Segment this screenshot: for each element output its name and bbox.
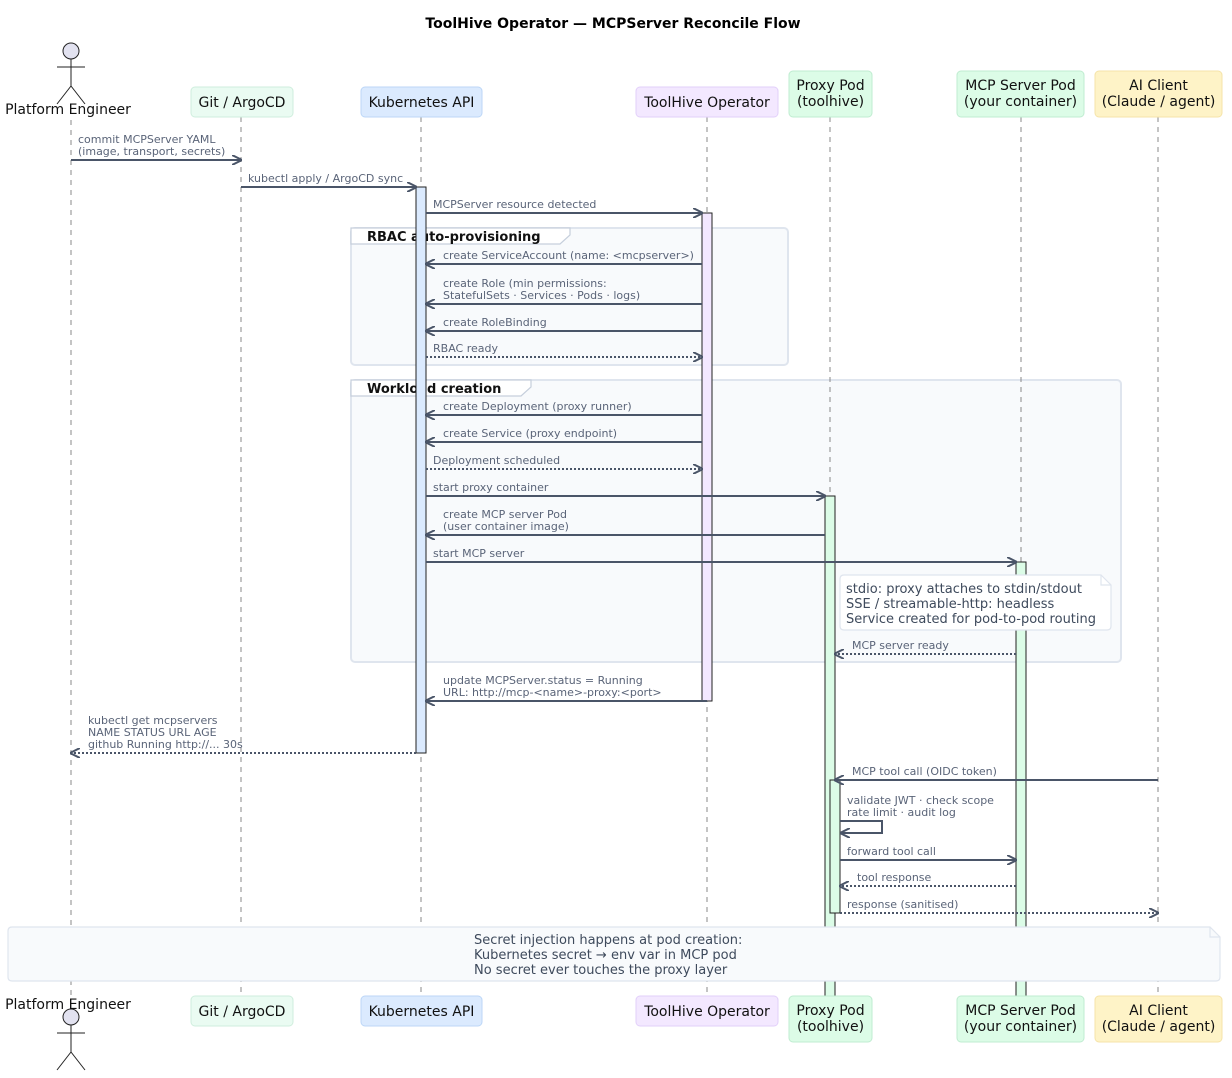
- activation-bar: [701, 212, 713, 702]
- sequence-diagram: ToolHive Operator — MCPServer Reconcile …: [5, 16, 1223, 1071]
- message-label: MCPServer resource detected: [433, 198, 596, 211]
- message-label: create Service (proxy endpoint): [443, 427, 617, 440]
- participant-ai: AI Client (Claude / agent): [1094, 70, 1223, 118]
- message-label: response (sanitised): [847, 898, 958, 911]
- message-label: create RoleBinding: [443, 316, 547, 329]
- participant-label: Kubernetes API: [369, 1004, 475, 1020]
- participant-label: Platform Engineer: [5, 997, 131, 1013]
- participant-label: Git / ArgoCD: [199, 1004, 286, 1020]
- message-label: MCP server ready: [852, 639, 949, 652]
- message-label: start proxy container: [433, 481, 549, 494]
- message-label: tool response: [857, 871, 932, 884]
- participant-label: Proxy Pod (toolhive): [796, 78, 864, 110]
- message-label: start MCP server: [433, 547, 525, 560]
- message-label: forward tool call: [847, 845, 936, 858]
- participant-op: ToolHive Operator: [635, 995, 779, 1027]
- message-arrow: validate JWT · check scope rate limit · a…: [840, 794, 994, 833]
- participant-label: ToolHive Operator: [643, 95, 770, 111]
- participant-label: Git / ArgoCD: [199, 95, 286, 111]
- message-arrow: create ServiceAccount (name: <mcpserver>…: [426, 249, 702, 264]
- message-label: kubectl get mcpservers NAME STATUS URL AG…: [88, 714, 243, 751]
- actor-platform-engineer: Platform Engineer: [5, 997, 131, 1071]
- message-arrow: MCP tool call (OIDC token): [835, 765, 1158, 780]
- group-label: RBAC auto-provisioning: [367, 230, 541, 245]
- message-label: create ServiceAccount (name: <mcpserver>…: [443, 249, 694, 262]
- note-text: Secret injection happens at pod creation…: [474, 933, 742, 978]
- message-label: Deployment scheduled: [433, 454, 560, 467]
- participant-label: MCP Server Pod (your container): [964, 1003, 1077, 1035]
- group-label: Workload creation: [367, 382, 501, 397]
- message-label: kubectl apply / ArgoCD sync: [248, 172, 403, 185]
- message-arrow: kubectl get mcpservers NAME STATUS URL AG…: [71, 714, 416, 753]
- message-arrow: forward tool call: [840, 845, 1016, 860]
- participant-label: MCP Server Pod (your container): [964, 78, 1077, 110]
- diagram-title: ToolHive Operator — MCPServer Reconcile …: [425, 16, 800, 32]
- actor-platform-engineer: Platform Engineer: [5, 42, 131, 118]
- message-arrow: MCPServer resource detected: [426, 198, 702, 213]
- message-arrow: commit MCPServer YAML (image, transport, …: [71, 133, 241, 160]
- message-label: MCP tool call (OIDC token): [852, 765, 997, 778]
- message-arrow: update MCPServer.status = Running URL: ht…: [426, 674, 707, 701]
- person-icon: [56, 42, 86, 105]
- participant-op: ToolHive Operator: [635, 86, 779, 118]
- participant-label: ToolHive Operator: [643, 1004, 770, 1020]
- message-label: create MCP server Pod (user container ima…: [443, 508, 569, 533]
- message-label: update MCPServer.status = Running URL: ht…: [443, 674, 662, 699]
- note: stdio: proxy attaches to stdin/stdout SSE…: [839, 574, 1112, 631]
- participant-k8s: Kubernetes API: [360, 995, 483, 1027]
- participant-proxy: Proxy Pod (toolhive): [788, 70, 873, 118]
- message-arrow: response (sanitised): [840, 898, 1158, 913]
- message-label: create Deployment (proxy runner): [443, 400, 632, 413]
- activation-bar: [829, 779, 841, 914]
- activation-bar: [824, 495, 836, 997]
- message-arrow: kubectl apply / ArgoCD sync: [241, 172, 416, 187]
- note: Secret injection happens at pod creation…: [7, 926, 1221, 982]
- participant-proxy: Proxy Pod (toolhive): [788, 995, 873, 1043]
- message-label: commit MCPServer YAML (image, transport, …: [78, 133, 225, 158]
- person-icon: [56, 1008, 86, 1071]
- participant-mcp: MCP Server Pod (your container): [956, 70, 1085, 118]
- participant-label: Kubernetes API: [369, 95, 475, 111]
- participant-label: Proxy Pod (toolhive): [796, 1003, 864, 1035]
- participant-ai: AI Client (Claude / agent): [1094, 995, 1223, 1043]
- message-arrow: tool response: [840, 871, 1016, 886]
- message-label: validate JWT · check scope rate limit · a…: [847, 794, 994, 819]
- message-label: RBAC ready: [433, 342, 498, 355]
- participant-git: Git / ArgoCD: [190, 995, 294, 1027]
- participant-mcp: MCP Server Pod (your container): [956, 995, 1085, 1043]
- participant-label: Platform Engineer: [5, 102, 131, 118]
- participant-git: Git / ArgoCD: [190, 86, 294, 118]
- activation-bar: [415, 186, 427, 754]
- participant-k8s: Kubernetes API: [360, 86, 483, 118]
